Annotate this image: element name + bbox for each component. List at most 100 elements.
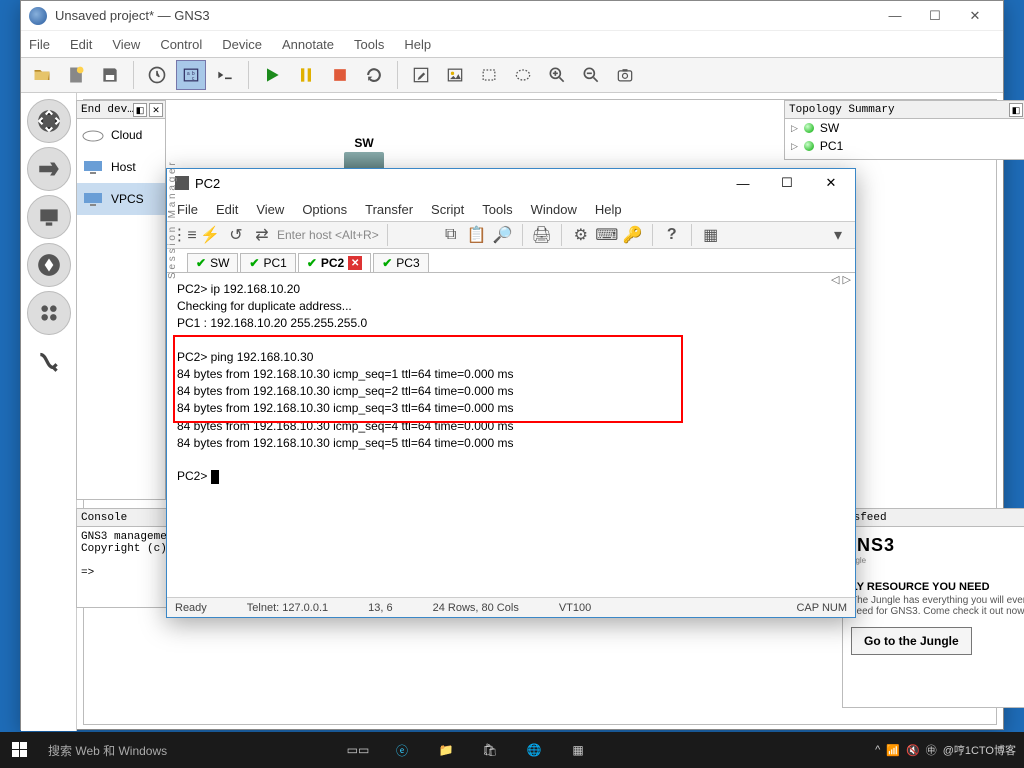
menu-annotate[interactable]: Annotate: [282, 37, 334, 52]
topology-title: Topology Summary: [785, 101, 1024, 119]
go-to-jungle-button[interactable]: Go to the Jungle: [851, 627, 972, 655]
console-icon[interactable]: [210, 60, 240, 90]
tmenu-tools[interactable]: Tools: [482, 202, 512, 217]
status-dot-icon: [804, 141, 814, 151]
tab-close-icon[interactable]: ✕: [348, 256, 362, 270]
settings-icon[interactable]: ⚙: [570, 224, 592, 246]
zoom-in-icon[interactable]: [542, 60, 572, 90]
panel-float-icon[interactable]: ◧: [133, 103, 147, 117]
panel-close-icon[interactable]: ✕: [149, 103, 163, 117]
misc-icon[interactable]: ▦: [700, 224, 722, 246]
terminal-output[interactable]: PC2> ip 192.168.10.20 Checking for dupli…: [167, 273, 855, 526]
device-cloud[interactable]: Cloud: [77, 119, 165, 151]
play-icon[interactable]: [257, 60, 287, 90]
tray-network-icon[interactable]: 📶: [886, 744, 900, 757]
print-icon[interactable]: 🖨: [531, 224, 553, 246]
menu-control[interactable]: Control: [160, 37, 202, 52]
menu-file[interactable]: File: [29, 37, 50, 52]
menu-edit[interactable]: Edit: [70, 37, 92, 52]
image-icon[interactable]: [440, 60, 470, 90]
edge-icon[interactable]: ⓔ: [384, 735, 420, 765]
status-ready: Ready: [175, 602, 207, 614]
stop-icon[interactable]: [325, 60, 355, 90]
session-manager-label[interactable]: S e s s i o n M a n a g e r: [167, 179, 178, 279]
tray-ime-icon[interactable]: ㊥: [926, 742, 937, 758]
store-icon[interactable]: 🛍: [472, 735, 508, 765]
explorer-icon[interactable]: 📁: [428, 735, 464, 765]
find-icon[interactable]: 🔎: [492, 224, 514, 246]
zoom-out-icon[interactable]: [576, 60, 606, 90]
tmenu-options[interactable]: Options: [302, 202, 347, 217]
tmenu-help[interactable]: Help: [595, 202, 622, 217]
new-file-icon[interactable]: [61, 60, 91, 90]
enddevice-category-icon[interactable]: [27, 195, 71, 239]
taskview-icon[interactable]: ▭▭: [340, 735, 376, 765]
term-maximize-button[interactable]: ☐: [771, 171, 803, 195]
menubar: File Edit View Control Device Annotate T…: [21, 31, 1003, 57]
tmenu-file[interactable]: File: [177, 202, 198, 217]
tray-chevron-icon[interactable]: ^: [875, 744, 880, 756]
tmenu-view[interactable]: View: [256, 202, 284, 217]
router-category-icon[interactable]: [27, 99, 71, 143]
terminal-window: PC2 — ☐ ✕ File Edit View Options Transfe…: [166, 168, 856, 618]
switch-category-icon[interactable]: [27, 147, 71, 191]
close-button[interactable]: ✕: [955, 3, 995, 29]
menu-view[interactable]: View: [112, 37, 140, 52]
main-toolbar: abc: [21, 57, 1003, 93]
tab-sw[interactable]: ✔SW: [187, 253, 238, 272]
devices-panel: End dev… ◧✕ Cloud Host VPCS: [76, 100, 166, 500]
labels-toggle[interactable]: abc: [176, 60, 206, 90]
term-close-button[interactable]: ✕: [815, 171, 847, 195]
taskbar-search[interactable]: 搜索 Web 和 Windows: [40, 742, 300, 759]
toolbar-overflow-icon[interactable]: ▾: [827, 224, 849, 246]
status-termtype: VT100: [559, 602, 591, 614]
tmenu-edit[interactable]: Edit: [216, 202, 238, 217]
open-icon[interactable]: [27, 60, 57, 90]
news-logo: iNS3: [851, 535, 1024, 556]
save-icon[interactable]: [95, 60, 125, 90]
start-button[interactable]: [0, 732, 40, 768]
key-icon[interactable]: 🔑: [622, 224, 644, 246]
panel-float-icon[interactable]: ◧: [1009, 103, 1023, 117]
system-tray[interactable]: ^ 📶 🔇 ㊥ @哼1CTO博客: [875, 742, 1024, 758]
all-category-icon[interactable]: [27, 291, 71, 335]
watermark: @哼1CTO博客: [943, 742, 1016, 758]
keyboard-icon[interactable]: ⌨: [596, 224, 618, 246]
topo-item-pc1[interactable]: ▷PC1: [785, 137, 1024, 155]
select-rect-icon[interactable]: [474, 60, 504, 90]
help-icon[interactable]: ?: [661, 224, 683, 246]
tab-pc1[interactable]: ✔PC1: [240, 253, 295, 272]
menu-tools[interactable]: Tools: [354, 37, 384, 52]
tray-volume-icon[interactable]: 🔇: [906, 744, 920, 757]
reconnect-icon[interactable]: ↺: [225, 224, 247, 246]
screenshot-icon[interactable]: [610, 60, 640, 90]
tmenu-window[interactable]: Window: [531, 202, 577, 217]
tmenu-script[interactable]: Script: [431, 202, 464, 217]
browser-icon[interactable]: 🌐: [516, 735, 552, 765]
security-category-icon[interactable]: [27, 243, 71, 287]
tmenu-transfer[interactable]: Transfer: [365, 202, 413, 217]
link-tool-icon[interactable]: [27, 339, 71, 383]
tab-pc2[interactable]: ✔PC2 ✕: [298, 253, 371, 272]
edit-icon[interactable]: [406, 60, 436, 90]
tab-pc3[interactable]: ✔PC3: [373, 253, 428, 272]
maximize-button[interactable]: ☐: [915, 3, 955, 29]
topo-item-sw[interactable]: ▷SW: [785, 119, 1024, 137]
select-ellipse-icon[interactable]: [508, 60, 538, 90]
minimize-button[interactable]: —: [875, 3, 915, 29]
disconnect-icon[interactable]: ⇄: [251, 224, 273, 246]
host-input-hint[interactable]: Enter host <Alt+R>: [277, 228, 379, 242]
copy-icon[interactable]: ⧉: [440, 224, 462, 246]
terminal-titlebar: PC2 — ☐ ✕: [167, 169, 855, 197]
device-vpcs[interactable]: VPCS: [77, 183, 165, 215]
menu-help[interactable]: Help: [404, 37, 431, 52]
quick-connect-icon[interactable]: ⚡: [199, 224, 221, 246]
pause-icon[interactable]: [291, 60, 321, 90]
clock-icon[interactable]: [142, 60, 172, 90]
menu-device[interactable]: Device: [222, 37, 262, 52]
paste-icon[interactable]: 📋: [466, 224, 488, 246]
reload-icon[interactable]: [359, 60, 389, 90]
app-taskbar-icon[interactable]: ▦: [560, 735, 596, 765]
device-host[interactable]: Host: [77, 151, 165, 183]
term-minimize-button[interactable]: —: [727, 171, 759, 195]
